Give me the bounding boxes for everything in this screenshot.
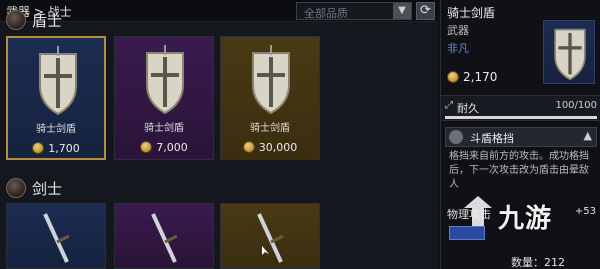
detail-rarity: 非凡 (447, 42, 469, 55)
item-price-value: 7,000 (156, 141, 188, 154)
item-card-sword-blue[interactable] (6, 203, 106, 269)
section-sword-header: 剑士 (0, 176, 438, 202)
item-price-value: 30,000 (258, 141, 298, 154)
item-card-shield-purple[interactable]: 骑士剑盾 7,000 (114, 36, 214, 160)
sword-icon (257, 213, 284, 263)
detail-thumbnail (543, 20, 595, 84)
equip-button[interactable] (449, 226, 485, 240)
coin-icon (140, 141, 153, 153)
item-name: 骑士剑盾 (144, 123, 184, 134)
quantity-label: 数量：212 (511, 256, 565, 269)
shield-icon (252, 45, 290, 115)
item-name: 骑士剑盾 (250, 123, 290, 134)
mouse-cursor-icon (262, 246, 269, 255)
item-card-sword-gold[interactable] (220, 203, 320, 269)
item-price: 7,000 (115, 141, 213, 154)
skill-header[interactable]: 斗盾格挡 ▲ (445, 127, 597, 147)
section-shield-header: 盾士 (0, 8, 438, 34)
coin-icon (242, 141, 255, 153)
item-price: 1,700 (8, 142, 104, 155)
durability-value: 100/100 (555, 100, 597, 111)
durability-row: ⤢ 耐久 100/100 (441, 95, 600, 121)
item-card-shield-blue[interactable]: 骑士剑盾 1,700 (6, 36, 106, 160)
item-name: 骑士剑盾 (36, 124, 76, 135)
detail-title: 骑士剑盾 (447, 6, 496, 20)
shield-class-icon (6, 10, 26, 30)
sword-icon (151, 213, 178, 263)
detail-type: 武器 (447, 24, 469, 37)
sword-icon (43, 213, 70, 263)
item-card-sword-purple[interactable] (114, 203, 214, 269)
watermark-text: 九游 (498, 204, 553, 234)
coin-icon (447, 71, 459, 83)
app-window: 武器 > 战士 全部品质 ▼ ⟳ 盾士 骑士剑盾 1,700 骑士剑盾 7,00… (0, 0, 600, 269)
shield-icon (146, 45, 184, 115)
item-price: 30,000 (221, 141, 319, 154)
skill-icon (449, 130, 463, 144)
section-shield-label: 盾士 (32, 12, 63, 30)
item-price-value: 1,700 (48, 142, 80, 155)
durability-bar (445, 116, 597, 119)
skill-name: 斗盾格挡 (470, 132, 514, 145)
coin-icon (32, 142, 45, 154)
watermark-logo-icon (464, 196, 492, 226)
collapse-icon[interactable]: ▲ (584, 129, 592, 142)
physical-attack-value: +53 (574, 206, 596, 217)
detail-price-value: 2,170 (463, 70, 498, 84)
sword-class-icon (6, 178, 26, 198)
durability-bar-fill (445, 116, 597, 119)
section-sword-label: 剑士 (32, 180, 63, 198)
detail-price: 2,170 (447, 70, 497, 84)
shield-icon (39, 46, 77, 116)
item-list-panel: 武器 > 战士 全部品质 ▼ ⟳ 盾士 骑士剑盾 1,700 骑士剑盾 7,00… (0, 0, 438, 269)
skill-description: 格挡来自前方的攻击。成功格挡后，下一次攻击改为盾击由晕敌人 (449, 151, 589, 190)
durability-label: 耐久 (457, 102, 479, 115)
shield-icon (554, 28, 586, 81)
durability-icon: ⤢ (445, 100, 453, 111)
item-card-shield-gold[interactable]: 骑士剑盾 30,000 (220, 36, 320, 160)
